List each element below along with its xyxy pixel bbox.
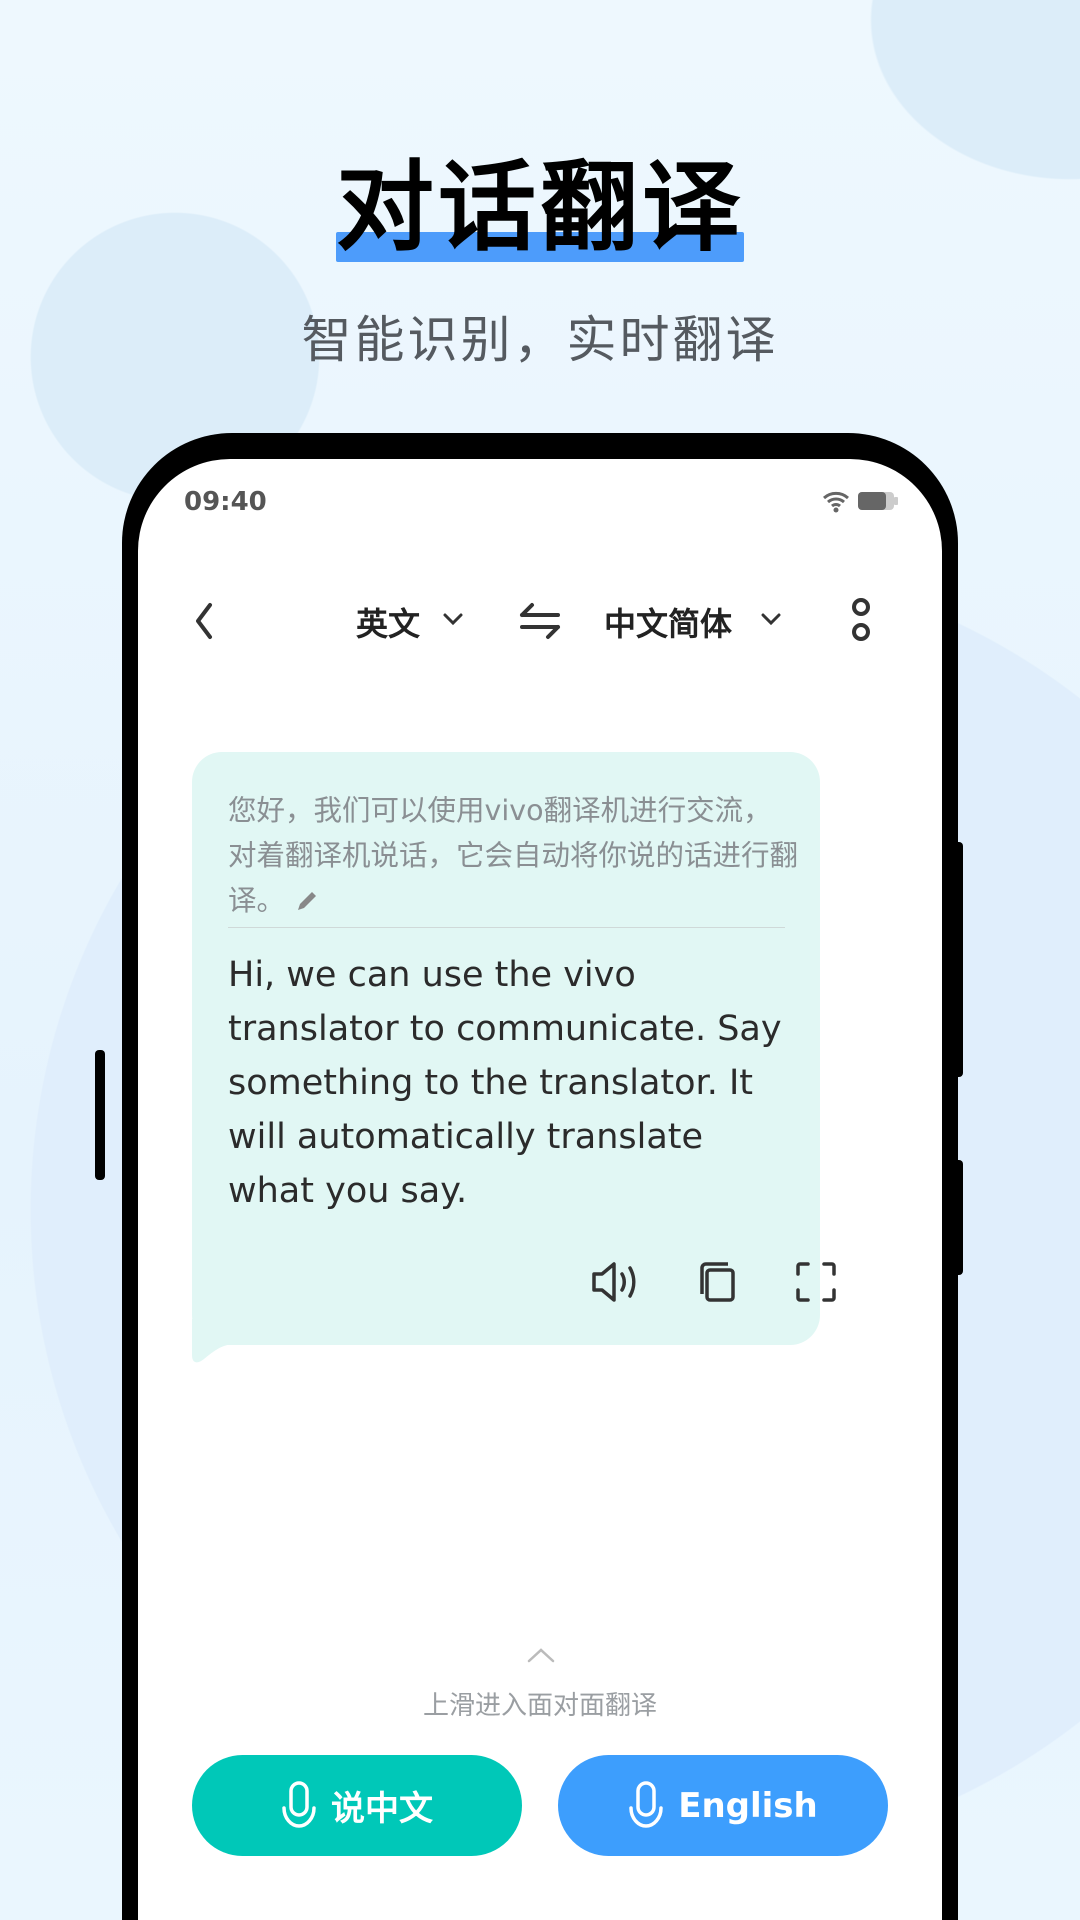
promo-subtitle: 智能识别，实时翻译 <box>301 311 779 369</box>
phone-side-button <box>95 1050 105 1180</box>
back-icon[interactable] <box>190 601 220 641</box>
divider <box>228 927 785 928</box>
source-lang-label: 英文 <box>356 605 421 643</box>
promo-title: 对话翻译 <box>335 150 744 266</box>
translated-text: Hi, we can use the vivo translator to co… <box>228 955 782 1211</box>
speak-chinese-button[interactable]: 说中文 <box>192 1755 522 1856</box>
speaker-icon[interactable] <box>590 1260 642 1304</box>
promo-header: 对话翻译 <box>0 150 1080 266</box>
status-time: 09:40 <box>184 487 267 517</box>
speak-english-label: English <box>678 1785 818 1826</box>
wifi-icon <box>823 491 849 513</box>
status-icons <box>822 489 898 513</box>
fullscreen-icon[interactable] <box>794 1260 838 1304</box>
copy-icon[interactable] <box>696 1260 740 1304</box>
more-icon[interactable] <box>846 595 876 645</box>
source-text[interactable]: 您好，我们可以使用vivo翻译机进行交流，对着翻译机说话，它会自动将你说的话进行… <box>228 788 798 923</box>
speak-english-button[interactable]: English <box>558 1755 888 1856</box>
edit-icon[interactable] <box>294 888 320 914</box>
battery-icon <box>858 492 898 510</box>
chevron-down-icon <box>443 613 463 626</box>
microphone-icon <box>629 1780 663 1828</box>
target-lang-selector[interactable]: 中文简体 <box>604 589 794 649</box>
message-bubble: 您好，我们可以使用vivo翻译机进行交流，对着翻译机说话，它会自动将你说的话进行… <box>192 752 836 1345</box>
swap-icon[interactable] <box>518 601 562 641</box>
phone-side-button <box>953 842 963 1077</box>
chevron-up-icon[interactable] <box>526 1645 556 1665</box>
source-lang-selector[interactable]: 英文 <box>356 589 496 649</box>
promo-title-text: 对话翻译 <box>335 151 744 265</box>
phone-screen: 09:40 英文 中文简体 您好，我们可以使用vivo翻译机进行交流，对着翻译机… <box>138 459 942 1920</box>
swipe-hint: 上滑进入面对面翻译 <box>422 1691 657 1721</box>
phone-side-button <box>953 1160 963 1275</box>
microphone-icon <box>282 1780 316 1828</box>
toolbar: 英文 中文简体 <box>138 589 942 649</box>
chevron-down-icon <box>761 613 781 626</box>
speak-chinese-label: 说中文 <box>331 1789 433 1829</box>
target-lang-label: 中文简体 <box>604 605 733 643</box>
